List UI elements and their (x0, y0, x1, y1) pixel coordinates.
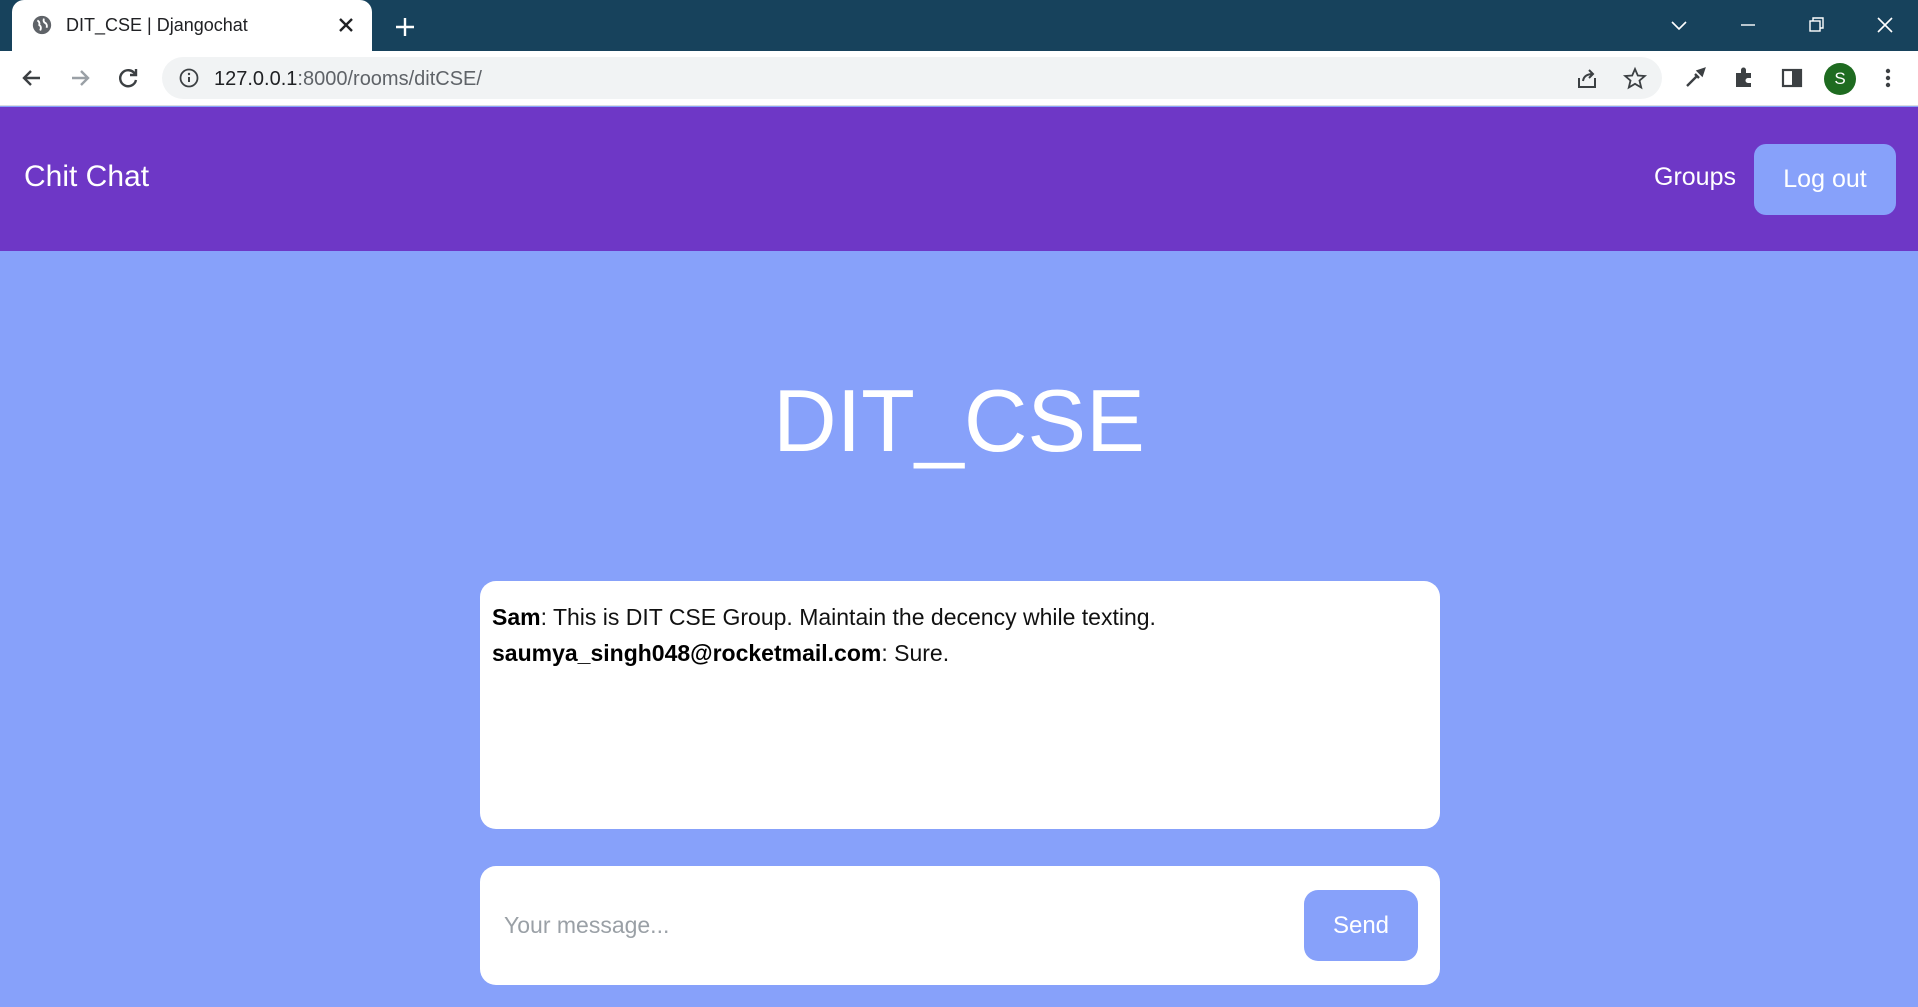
message-input[interactable] (504, 896, 1284, 954)
chat-message: saumya_singh048@rocketmail.com: Sure. (492, 635, 1428, 671)
message-author: Sam (492, 604, 541, 630)
url-host: 127.0.0.1 (214, 68, 298, 90)
site-info-icon[interactable] (178, 67, 200, 89)
address-bar[interactable]: 127.0.0.1:8000/rooms/ditCSE/ (162, 57, 1662, 99)
close-window-icon[interactable] (1870, 10, 1900, 40)
tab-search-chevron-icon[interactable] (1664, 10, 1694, 40)
back-arrow-icon[interactable] (18, 64, 46, 92)
message-author: saumya_singh048@rocketmail.com (492, 640, 882, 666)
message-composer: Send (480, 866, 1440, 985)
room-title: DIT_CSE (773, 371, 1145, 470)
new-tab-icon[interactable] (390, 12, 420, 42)
more-menu-icon[interactable] (1874, 64, 1902, 92)
globe-icon (32, 15, 52, 35)
reload-icon[interactable] (114, 64, 142, 92)
browser-toolbar: 127.0.0.1:8000/rooms/ditCSE/ S (0, 51, 1918, 106)
logout-button[interactable]: Log out (1754, 144, 1896, 215)
forward-arrow-icon[interactable] (66, 64, 94, 92)
profile-avatar[interactable]: S (1824, 63, 1856, 95)
site-navbar: Chit Chat Groups Log out (0, 107, 1918, 251)
chat-messages: Sam: This is DIT CSE Group. Maintain the… (480, 581, 1440, 829)
minimize-icon[interactable] (1733, 10, 1763, 40)
brand-link[interactable]: Chit Chat (24, 160, 149, 194)
restore-icon[interactable] (1801, 10, 1831, 40)
message-text: : This is DIT CSE Group. Maintain the de… (540, 604, 1156, 630)
url-path: :8000/rooms/ditCSE/ (297, 68, 482, 90)
message-text: : Sure. (881, 640, 950, 666)
url-text[interactable]: 127.0.0.1:8000/rooms/ditCSE/ (214, 68, 482, 91)
side-panel-icon[interactable] (1778, 64, 1806, 92)
send-button[interactable]: Send (1304, 890, 1418, 961)
chat-message: Sam: This is DIT CSE Group. Maintain the… (492, 599, 1428, 635)
close-tab-icon[interactable] (334, 13, 358, 37)
browser-tab-strip: DIT_CSE | Djangochat (0, 0, 1918, 51)
tab-title: DIT_CSE | Djangochat (66, 15, 248, 35)
extensions-puzzle-icon[interactable] (1730, 64, 1758, 92)
eyedropper-extension-icon[interactable] (1681, 64, 1709, 92)
share-icon[interactable] (1574, 66, 1600, 92)
browser-tab[interactable]: DIT_CSE | Djangochat (12, 0, 372, 51)
groups-link[interactable]: Groups (1654, 163, 1736, 192)
bookmark-star-icon[interactable] (1622, 66, 1648, 92)
